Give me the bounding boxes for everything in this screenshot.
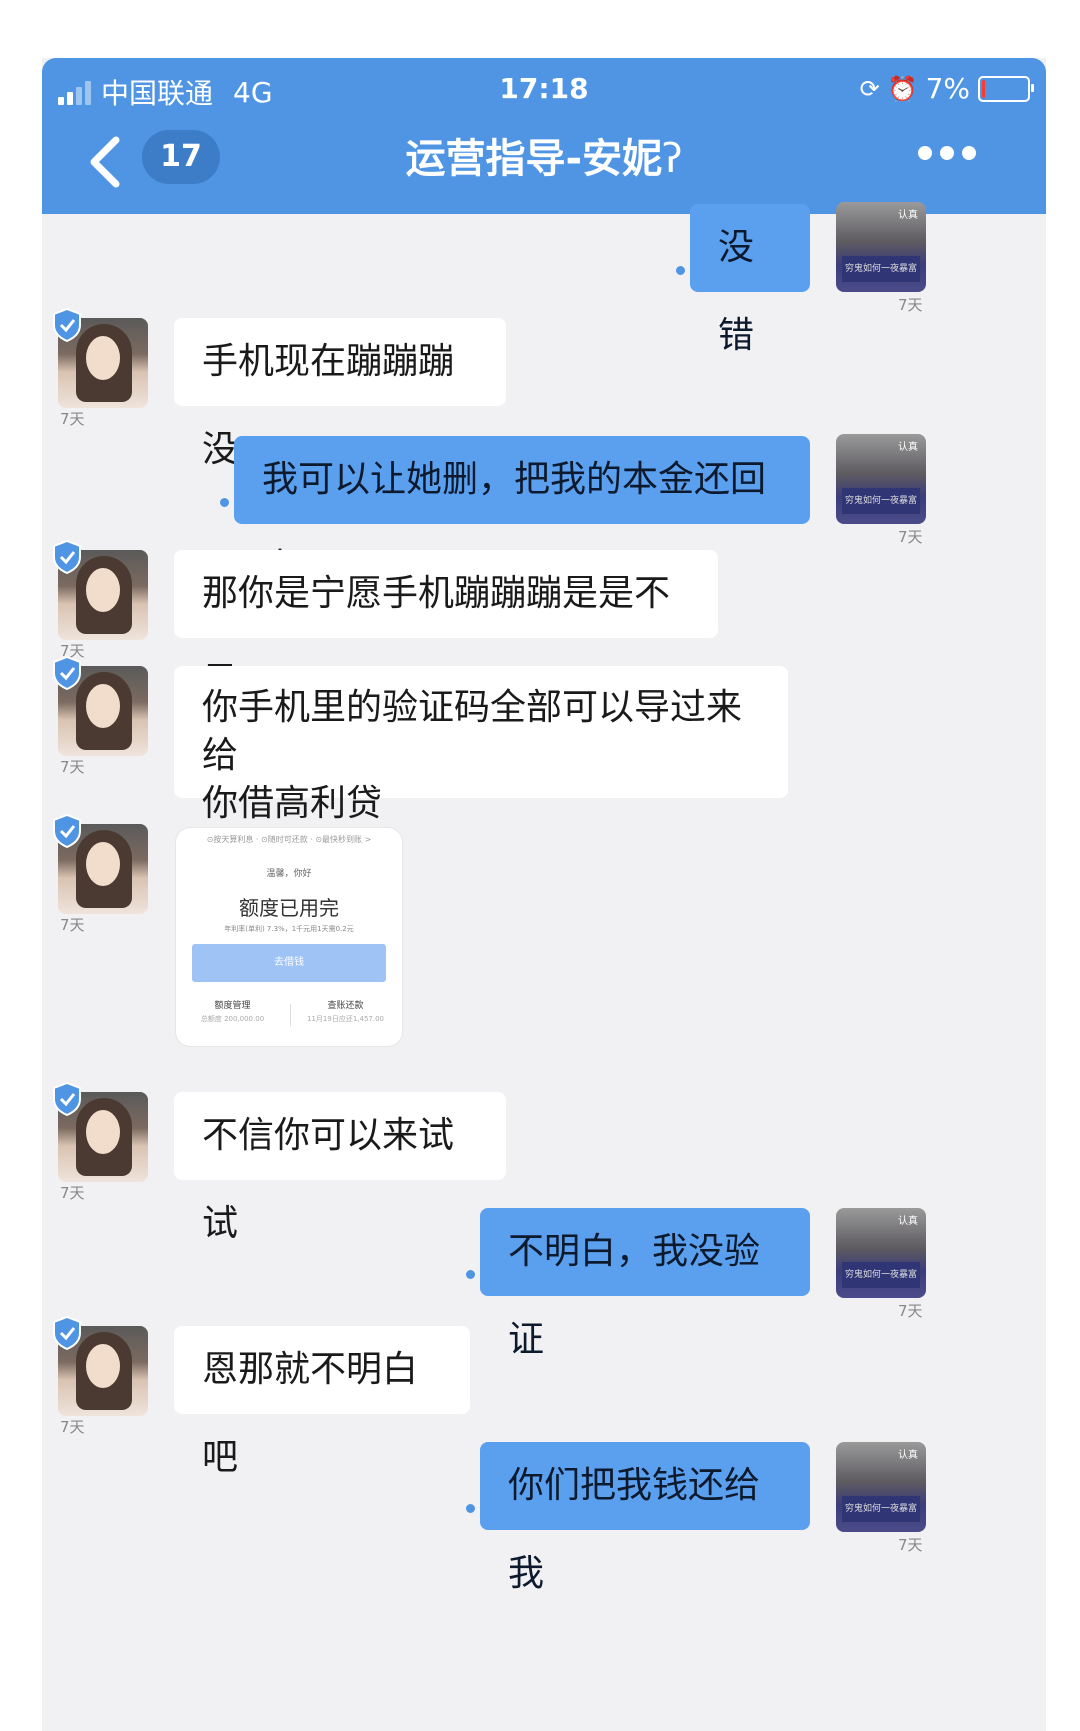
verified-icon — [53, 308, 81, 342]
chat-title-text: 运营指导-安妮 — [405, 136, 663, 182]
card-right-value: 11月19日应还1,457.00 — [307, 1015, 384, 1023]
message-bubble[interactable]: 手机现在蹦蹦蹦没 — [174, 318, 506, 470]
verified-icon — [53, 1316, 81, 1350]
message-bubble[interactable]: 恩那就不明白吧 — [174, 1326, 470, 1478]
self-avatar[interactable]: 认真穷鬼如何一夜暴富 — [836, 434, 926, 524]
battery-percent: 7% — [925, 72, 970, 105]
avatar-book: 穷鬼如何一夜暴富 — [842, 1496, 920, 1522]
chat-screen: 中国联通 4G 17:18 ⟳ ⏰ 7% 17 运营指导-安妮ʔ 没错 认真穷鬼… — [42, 58, 1046, 1731]
chat-title: 运营指导-安妮ʔ — [42, 126, 1046, 184]
message-bubble[interactable]: 不信你可以来试试 — [174, 1092, 506, 1244]
message-time: 7天 — [60, 916, 85, 934]
verified-icon — [53, 656, 81, 690]
read-indicator — [676, 266, 685, 275]
card-tabs: ⊙按天算利息 · ⊙随时可还款 · ⊙最快秒到账 > — [206, 835, 372, 844]
message-time: 7天 — [60, 410, 85, 428]
card-left-label: 额度管理 — [214, 1001, 251, 1011]
avatar-tag: 认真 — [898, 210, 918, 221]
more-options-icon[interactable] — [918, 146, 976, 160]
message-text: 不明白，我没验证 — [508, 1231, 761, 1360]
self-avatar[interactable]: 认真穷鬼如何一夜暴富 — [836, 1442, 926, 1532]
message-time: 7天 — [898, 296, 923, 314]
card-rate: 年利率(单利) 7.3%，1千元用1天需0.2元 — [224, 925, 354, 933]
avatar-tag: 认真 — [898, 1450, 918, 1461]
card-greeting: 温馨，你好 — [266, 869, 312, 879]
message-time: 7天 — [898, 1536, 923, 1554]
avatar-book: 穷鬼如何一夜暴富 — [842, 488, 920, 514]
message-time: 7天 — [60, 1184, 85, 1202]
status-bar: 中国联通 4G 17:18 ⟳ ⏰ 7% — [42, 72, 1046, 112]
avatar-book: 穷鬼如何一夜暴富 — [842, 1262, 920, 1288]
message-bubble[interactable]: 不明白，我没验证 — [480, 1208, 810, 1360]
message-text: 不信你可以来试试 — [202, 1115, 455, 1244]
rotation-lock-icon: ⟳ — [859, 74, 880, 103]
message-bubble[interactable]: 你们把我钱还给我 — [480, 1442, 810, 1594]
ear-icon: ʔ — [662, 136, 683, 182]
image-message[interactable]: ⊙按天算利息 · ⊙随时可还款 · ⊙最快秒到账 > 温馨，你好 额度已用完 年… — [176, 828, 402, 1046]
card-left-value: 总额度 200,000.00 — [200, 1015, 265, 1023]
message-time: 7天 — [60, 1418, 85, 1436]
message-bubble[interactable]: 那你是宁愿手机蹦蹦蹦是是不是 — [174, 550, 718, 702]
verified-icon — [53, 814, 81, 848]
read-indicator — [220, 498, 229, 507]
self-avatar[interactable]: 认真穷鬼如何一夜暴富 — [836, 1208, 926, 1298]
verified-icon — [53, 1082, 81, 1116]
avatar-tag: 认真 — [898, 1216, 918, 1227]
card-heading: 额度已用完 — [239, 896, 339, 920]
alarm-icon: ⏰ — [887, 74, 918, 103]
battery-icon — [978, 75, 1034, 102]
avatar-tag: 认真 — [898, 442, 918, 453]
message-text: 没错 — [718, 227, 755, 356]
card-right-label: 查账还款 — [327, 1001, 364, 1011]
self-avatar[interactable]: 认真穷鬼如何一夜暴富 — [836, 202, 926, 292]
avatar-book: 穷鬼如何一夜暴富 — [842, 256, 920, 282]
message-text-line: 你借高利贷 — [202, 783, 383, 824]
message-bubble[interactable]: 没错 — [690, 204, 810, 356]
message-text: 你们把我钱还给我 — [508, 1465, 761, 1594]
message-time: 7天 — [60, 758, 85, 776]
message-text-line: 你手机里的验证码全部可以导过来给 — [202, 687, 743, 776]
read-indicator — [466, 1270, 475, 1279]
message-time: 7天 — [898, 528, 923, 546]
top-bar: 中国联通 4G 17:18 ⟳ ⏰ 7% 17 运营指导-安妮ʔ — [42, 58, 1046, 214]
message-bubble[interactable]: 我可以让她删，把我的本金还回来 — [234, 436, 810, 588]
verified-icon — [53, 540, 81, 574]
read-indicator — [466, 1504, 475, 1513]
message-time: 7天 — [898, 1302, 923, 1320]
message-bubble[interactable]: 你手机里的验证码全部可以导过来给 你借高利贷 — [174, 666, 788, 824]
card-button: 去借钱 — [192, 944, 386, 982]
message-text: 恩那就不明白吧 — [202, 1349, 419, 1478]
